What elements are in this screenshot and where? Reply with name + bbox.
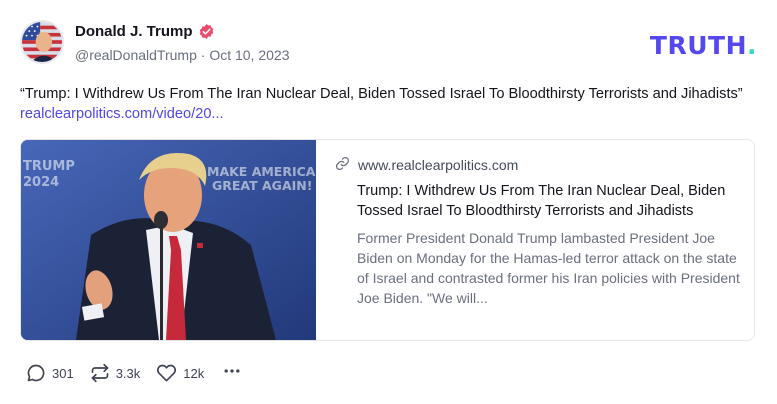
meta-separator: · <box>200 47 206 63</box>
author-display-name[interactable]: Donald J. Trump <box>75 23 193 40</box>
link-preview-card[interactable]: TRUMP 2024 MAKE AMERICA GREAT AGAIN! www… <box>20 139 755 341</box>
link-icon <box>335 156 350 174</box>
post-body: “Trump: I Withdrew Us From The Iran Nucl… <box>20 84 757 124</box>
link-preview-title: Trump: I Withdrew Us From The Iran Nucle… <box>357 183 726 219</box>
avatar-image <box>22 22 62 62</box>
retruth-icon <box>90 363 110 383</box>
link-preview-description: Former President Donald Trump lambasted … <box>357 230 740 306</box>
more-icon <box>222 361 242 386</box>
retruth-button[interactable]: 3.3k <box>90 363 141 383</box>
post-date[interactable]: Oct 10, 2023 <box>209 47 289 63</box>
author-handle[interactable]: @realDonaldTrump <box>75 47 197 63</box>
truth-social-logo[interactable]: TRUTH. <box>650 31 757 60</box>
post-header: Donald J. Trump @realDonaldTrump · Oct 1… <box>20 20 757 66</box>
like-count: 12k <box>183 365 205 381</box>
author-meta: @realDonaldTrump · Oct 10, 2023 <box>75 47 289 63</box>
link-preview-body: www.realclearpolitics.com Trump: I Withd… <box>335 155 740 308</box>
sign-left-line-2: 2024 <box>23 175 59 190</box>
author-name-row: Donald J. Trump <box>75 23 215 40</box>
more-options-button[interactable] <box>222 361 242 386</box>
post-link[interactable]: realclearpolitics.com/video/20... <box>20 106 224 122</box>
link-preview-domain: www.realclearpolitics.com <box>358 157 519 173</box>
reply-button[interactable]: 301 <box>26 363 74 383</box>
brand-name: TRUTH <box>649 31 747 60</box>
verified-badge-icon <box>198 23 215 40</box>
post-text: “Trump: I Withdrew Us From The Iran Nucl… <box>20 86 743 102</box>
sign-left-line-1: TRUMP <box>23 159 75 174</box>
avatar[interactable] <box>20 20 64 64</box>
like-button[interactable]: 12k <box>156 363 204 383</box>
post-actions: 301 3.3k 12k <box>26 362 242 384</box>
sign-right-line-2: GREAT AGAIN! <box>212 178 312 193</box>
retruth-count: 3.3k <box>115 365 141 381</box>
link-preview-domain-row: www.realclearpolitics.com <box>335 155 740 175</box>
brand-dot: . <box>747 31 757 60</box>
link-preview-image: TRUMP 2024 MAKE AMERICA GREAT AGAIN! <box>21 140 316 340</box>
like-icon <box>156 363 177 383</box>
sign-right-line-1: MAKE AMERICA <box>207 164 316 179</box>
reply-icon <box>26 363 46 383</box>
reply-count: 301 <box>52 365 74 381</box>
